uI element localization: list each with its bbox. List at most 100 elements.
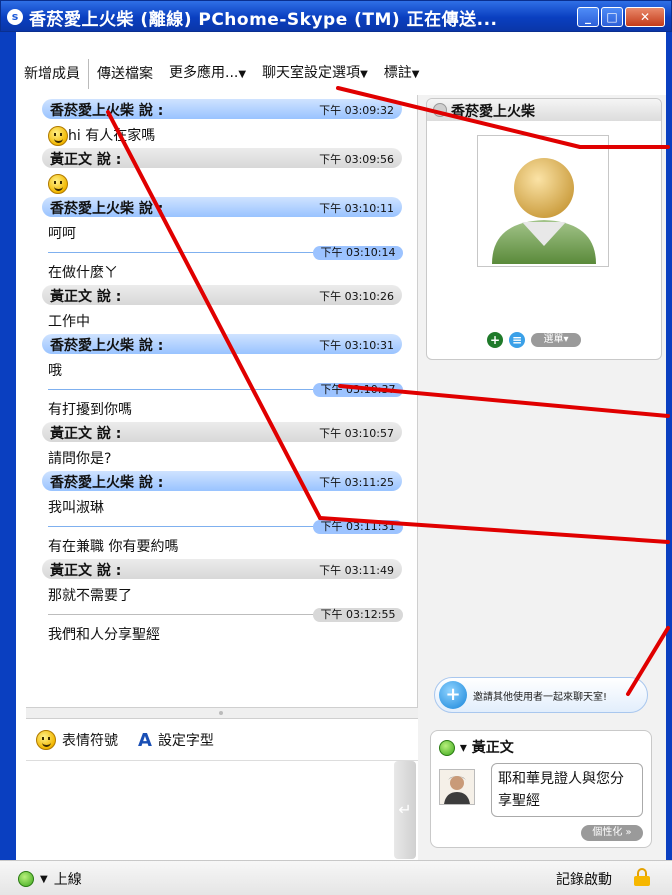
offline-status-icon (433, 103, 447, 117)
message-time: 下午 03:10:57 (319, 427, 394, 440)
message-body: 我們和人分享聖經 (48, 627, 160, 643)
message-body: 請問你是? (48, 451, 112, 467)
message-text: 有在兼職 你有要約嗎 (48, 536, 178, 556)
more-apps-menu[interactable]: 更多應用...▼ (161, 58, 254, 90)
message-time: 下午 03:10:31 (319, 339, 394, 352)
chat-options-label: 聊天室設定選項 (262, 65, 361, 81)
message-body: 工作中 (48, 314, 90, 330)
window-title: 香菸愛上火柴 (離線) PChome-Skype (TM) 正在傳送... (29, 10, 498, 30)
sender-name: 黃正文 說 : (50, 152, 122, 168)
message-time: 下午 03:10:14 (313, 246, 403, 260)
skype-icon: s (7, 9, 23, 25)
contact-name-label: 黃正文 (471, 740, 514, 756)
online-status-icon (439, 740, 455, 756)
message-text: 那就不需要了 (48, 585, 132, 605)
message-time: 下午 03:12:55 (313, 608, 403, 622)
message-body: hi 有人在家嗎 (68, 128, 156, 144)
grip-icon (219, 711, 223, 715)
invite-label: 邀請其他使用者一起來聊天室! (473, 692, 608, 703)
right-panel: 香菸愛上火柴 + ≡ 選單▾ + 邀請其他使用者一起來聊天室! ▾ 黃正文 耶和… (418, 95, 666, 860)
message-text: 請問你是? (48, 448, 111, 468)
contact-name[interactable]: ▾ 黃正文 (439, 737, 514, 757)
online-status-label: 上線 (53, 872, 82, 888)
message-text: 哦 (48, 360, 62, 380)
send-file-menu[interactable]: 傳送檔案 (89, 59, 161, 89)
send-button[interactable]: ↵ (394, 761, 416, 859)
sender-name: 香菸愛上火柴 說 : (50, 338, 164, 354)
chat-toolbar: 新增成員 傳送檔案 更多應用...▼ 聊天室設定選項▼ 標註▼ (16, 58, 666, 90)
message-body: 那就不需要了 (48, 588, 132, 604)
message-time: 下午 03:11:25 (319, 476, 394, 489)
chat-options-menu[interactable]: 聊天室設定選項▼ (254, 58, 376, 90)
sender-name: 黃正文 說 : (50, 426, 122, 442)
profile-menu-button[interactable]: 選單▾ (531, 333, 581, 347)
bookmark-label: 標註 (383, 65, 412, 81)
default-avatar-icon (492, 158, 596, 264)
profile-name: 香菸愛上火柴 (451, 104, 535, 120)
sender-name: 香菸愛上火柴 說 : (50, 475, 164, 491)
pane-splitter[interactable] (26, 707, 418, 719)
message-header: 黃正文 說 : 下午 03:09:56 (42, 148, 402, 168)
online-status-icon (18, 871, 34, 887)
profile-card: 香菸愛上火柴 + ≡ 選單▾ (426, 98, 662, 360)
message-time: 下午 03:10:26 (319, 290, 394, 303)
message-body: 哦 (48, 363, 62, 379)
message-text: hi 有人在家嗎 (48, 125, 155, 146)
dropdown-arrow-icon: ▼ (238, 69, 247, 80)
message-body: 有在兼職 你有要約嗎 (48, 539, 179, 555)
bookmark-menu[interactable]: 標註▼ (376, 58, 428, 90)
message-input[interactable]: ↵ (26, 760, 418, 860)
window-frame-right (666, 32, 672, 877)
font-icon[interactable]: A (138, 730, 152, 751)
sender-name: 香菸愛上火柴 說 : (50, 201, 164, 217)
online-status-selector[interactable]: ▼ 上線 (18, 869, 82, 889)
sender-name: 黃正文 說 : (50, 289, 122, 305)
title-bar: s 香菸愛上火柴 (離線) PChome-Skype (TM) 正在傳送... … (0, 0, 672, 32)
smile-icon (48, 126, 68, 146)
add-contact-icon[interactable]: + (487, 332, 503, 348)
avatar (477, 135, 609, 267)
message-text: 工作中 (48, 311, 90, 331)
lock-icon (634, 868, 650, 886)
message-text (48, 174, 68, 194)
message-header: 黃正文 說 : 下午 03:10:57 (42, 422, 402, 442)
message-time: 下午 03:11:49 (319, 564, 394, 577)
input-toolbar: 表情符號 A 設定字型 (26, 720, 418, 760)
emoticon-button[interactable]: 表情符號 (62, 730, 118, 750)
add-circle-icon: + (439, 681, 467, 709)
add-member-menu[interactable]: 新增成員 (16, 59, 89, 89)
message-header: 香菸愛上火柴 說 : 下午 03:10:31 (42, 334, 402, 354)
message-body: 在做什麼ㄚ (48, 265, 118, 281)
invite-users-button[interactable]: + 邀請其他使用者一起來聊天室! (434, 677, 648, 713)
message-body: 我叫淑琳 (48, 500, 104, 516)
message-body: 有打擾到你嗎 (48, 402, 132, 418)
emoticon-icon[interactable] (36, 730, 56, 750)
chat-history[interactable]: 香菸愛上火柴 說 : 下午 03:09:32 hi 有人在家嗎 黃正文 說 : 下午 0… (26, 95, 418, 707)
message-time: 下午 03:11:31 (313, 520, 403, 534)
close-button[interactable]: ✕ (625, 7, 665, 27)
message-text: 呵呵 (48, 223, 76, 243)
more-apps-label: 更多應用... (169, 65, 239, 81)
message-header: 黃正文 說 : 下午 03:10:26 (42, 285, 402, 305)
message-text: 我們和人分享聖經 (48, 624, 160, 644)
dropdown-arrow-icon: ▼ (360, 69, 368, 80)
contact-card: ▾ 黃正文 耶和華見證人與您分享聖經 個性化 » (430, 730, 652, 848)
message-body: 呵呵 (48, 226, 76, 242)
maximize-button[interactable]: □ (601, 7, 623, 27)
contact-avatar (439, 769, 475, 805)
recording-status: 記錄啟動 (556, 872, 612, 888)
dropdown-arrow-icon: ▼ (40, 873, 48, 885)
font-button[interactable]: 設定字型 (158, 730, 214, 750)
minimize-button[interactable]: _ (577, 7, 599, 27)
message-time: 下午 03:09:32 (319, 104, 394, 117)
mood-message: 耶和華見證人與您分享聖經 (491, 763, 643, 817)
profile-actions: + ≡ 選單▾ (487, 332, 581, 348)
smile-icon (48, 174, 68, 194)
chat-bubble-icon[interactable]: ≡ (509, 332, 525, 348)
message-header: 香菸愛上火柴 說 : 下午 03:09:32 (42, 99, 402, 119)
window-frame-left (0, 32, 16, 877)
message-header: 黃正文 說 : 下午 03:11:49 (42, 559, 402, 579)
message-header: 香菸愛上火柴 說 : 下午 03:10:11 (42, 197, 402, 217)
person-photo-icon (444, 776, 470, 804)
personalize-button[interactable]: 個性化 » (581, 825, 643, 841)
